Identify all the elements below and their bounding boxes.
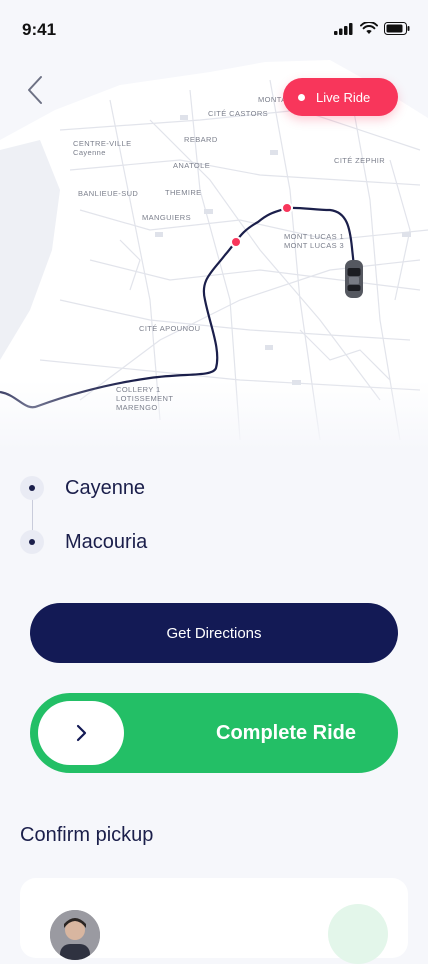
complete-ride-slider[interactable]: Complete Ride (30, 693, 398, 773)
dropoff-location: Macouria (20, 529, 147, 555)
status-time: 9:41 (22, 20, 57, 39)
map-label-manguiers: MANGUIERS (142, 213, 192, 222)
back-button[interactable] (24, 74, 50, 106)
pickup-dot-icon (20, 476, 44, 500)
map-label-cite-castors: CITÉ CASTORS (208, 109, 269, 118)
wifi-icon (360, 22, 378, 34)
map-label-cite-zephir: CITÉ ZEPHIR (334, 156, 386, 165)
status-icons (334, 22, 410, 35)
pickup-location: Cayenne (20, 475, 145, 501)
map-label-mont-lucas: MONT LUCAS 1 MONT LUCAS 3 (284, 232, 345, 250)
map-label-rebard: REBARD (184, 135, 218, 144)
confirm-pickup-title: Confirm pickup (20, 824, 154, 846)
live-ride-label: Live Ride (316, 89, 371, 105)
map-label-cite-apounou: CITÉ APOUNOU (139, 324, 201, 333)
route-marker (281, 202, 293, 214)
status-bar: 9:41 (0, 0, 428, 60)
map-label-anatole: ANATOLE (173, 161, 211, 170)
avatar (50, 910, 100, 960)
slider-knob[interactable] (38, 701, 124, 765)
dropoff-dot-icon (20, 530, 44, 554)
chevron-right-icon (76, 724, 87, 742)
car-icon (345, 260, 363, 298)
complete-ride-label: Complete Ride (216, 722, 357, 744)
map-label-collery: COLLERY 1 LOTISSEMENT MARENGO (116, 385, 174, 412)
pickup-label: Cayenne (65, 476, 146, 499)
map-label-centre-ville: CENTRE-VILLE Cayenne (73, 139, 132, 157)
battery-icon (384, 22, 410, 35)
route-marker (230, 236, 242, 248)
call-button[interactable] (328, 904, 388, 964)
map-label-banlieue-sud: BANLIEUE-SUD (78, 189, 139, 198)
route-points: Cayenne Macouria (20, 470, 400, 570)
dropoff-label: Macouria (65, 530, 148, 553)
chevron-left-icon (28, 76, 42, 104)
passenger-card (20, 878, 408, 964)
map-label-themire: THEMIRE (165, 188, 202, 197)
get-directions-button[interactable]: Get Directions (30, 603, 398, 663)
live-dot-icon (298, 93, 305, 101)
passenger-photo (50, 910, 100, 960)
signal-icon (334, 22, 353, 35)
live-ride-button[interactable]: Live Ride (283, 78, 398, 116)
map-view[interactable]: MONTABO CITÉ CASTORS CENTRE-VILLE Cayenn… (0, 0, 428, 450)
map-canvas (0, 0, 428, 450)
